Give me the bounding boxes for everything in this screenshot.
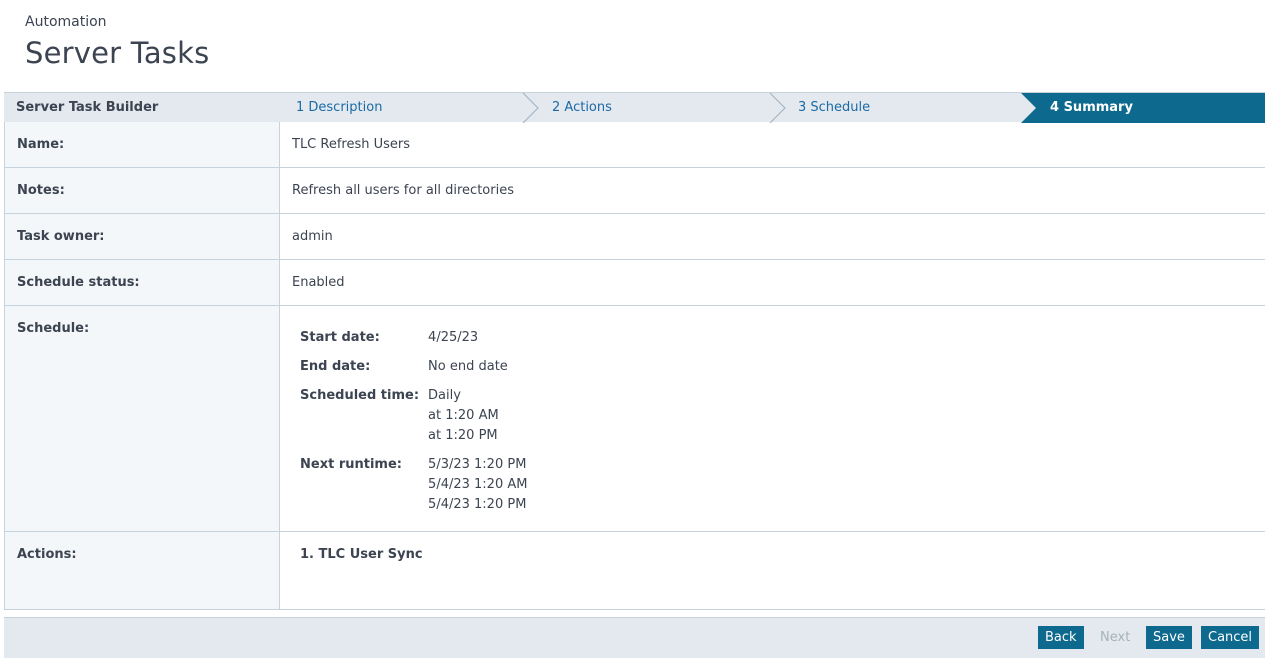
status-value: Enabled: [292, 275, 345, 290]
next-runtime-value: 5/3/23 1:20 PM 5/4/23 1:20 AM 5/4/23 1:2…: [428, 455, 527, 524]
schedule-label: Schedule:: [4, 306, 280, 531]
summary-row-schedule: Schedule: Start date: 4/25/23 End date: …: [4, 306, 1265, 532]
footer-bar: Back Next Save Cancel: [4, 617, 1265, 658]
scheduled-time-line: at 1:20 PM: [428, 428, 498, 443]
wizard-bar: Server Task Builder 1 Description 2 Acti…: [4, 92, 1265, 123]
summary-row-name: Name: TLC Refresh Users: [4, 122, 1265, 168]
name-label: Name:: [4, 122, 280, 167]
back-button[interactable]: Back: [1038, 626, 1084, 649]
next-button[interactable]: Next: [1093, 626, 1138, 649]
step-separator-icon: [769, 93, 786, 123]
actions-value: 1. TLC User Sync: [280, 532, 1265, 609]
step-summary[interactable]: 4 Summary: [1050, 100, 1133, 115]
scheduled-time-label: Scheduled time:: [300, 388, 420, 403]
summary-row-owner: Task owner: admin: [4, 214, 1265, 260]
summary-table: Name: TLC Refresh Users Notes: Refresh a…: [4, 122, 1265, 610]
scheduled-time-value: Daily at 1:20 AM at 1:20 PM: [428, 386, 527, 455]
notes-value: Refresh all users for all directories: [292, 183, 514, 198]
end-date-value: No end date: [428, 359, 508, 374]
next-runtime-line: 5/4/23 1:20 PM: [428, 497, 527, 512]
scheduled-time-line: at 1:20 AM: [428, 408, 499, 423]
end-date-label: End date:: [300, 359, 371, 374]
start-date-value: 4/25/23: [428, 330, 479, 345]
summary-row-notes: Notes: Refresh all users for all directo…: [4, 168, 1265, 214]
step-schedule[interactable]: 3 Schedule: [798, 100, 870, 115]
actions-label: Actions:: [4, 532, 280, 609]
next-runtime-line: 5/3/23 1:20 PM: [428, 457, 527, 472]
action-item: 1. TLC User Sync: [300, 547, 423, 562]
scheduled-time-line: Daily: [428, 388, 461, 403]
summary-row-actions: Actions: 1. TLC User Sync: [4, 532, 1265, 610]
status-label: Schedule status:: [4, 260, 280, 305]
next-runtime-line: 5/4/23 1:20 AM: [428, 477, 528, 492]
step-separator-icon: [522, 93, 539, 123]
summary-row-status: Schedule status: Enabled: [4, 260, 1265, 306]
notes-label: Notes:: [4, 168, 280, 213]
owner-value: admin: [292, 229, 333, 244]
start-date-label: Start date:: [300, 330, 380, 345]
owner-label: Task owner:: [4, 214, 280, 259]
step-actions[interactable]: 2 Actions: [552, 100, 612, 115]
step-description[interactable]: 1 Description: [296, 100, 382, 115]
save-button[interactable]: Save: [1146, 626, 1192, 649]
breadcrumb: Automation: [25, 14, 107, 30]
schedule-value: Start date: 4/25/23 End date: No end dat…: [280, 306, 1265, 531]
name-value: TLC Refresh Users: [292, 137, 411, 152]
next-runtime-label: Next runtime:: [300, 457, 402, 472]
page-title: Server Tasks: [25, 36, 210, 70]
cancel-button[interactable]: Cancel: [1201, 626, 1260, 649]
step-arrow-icon: [1021, 93, 1036, 123]
schedule-details: Start date: 4/25/23 End date: No end dat…: [300, 328, 527, 524]
wizard-title: Server Task Builder: [16, 100, 159, 115]
